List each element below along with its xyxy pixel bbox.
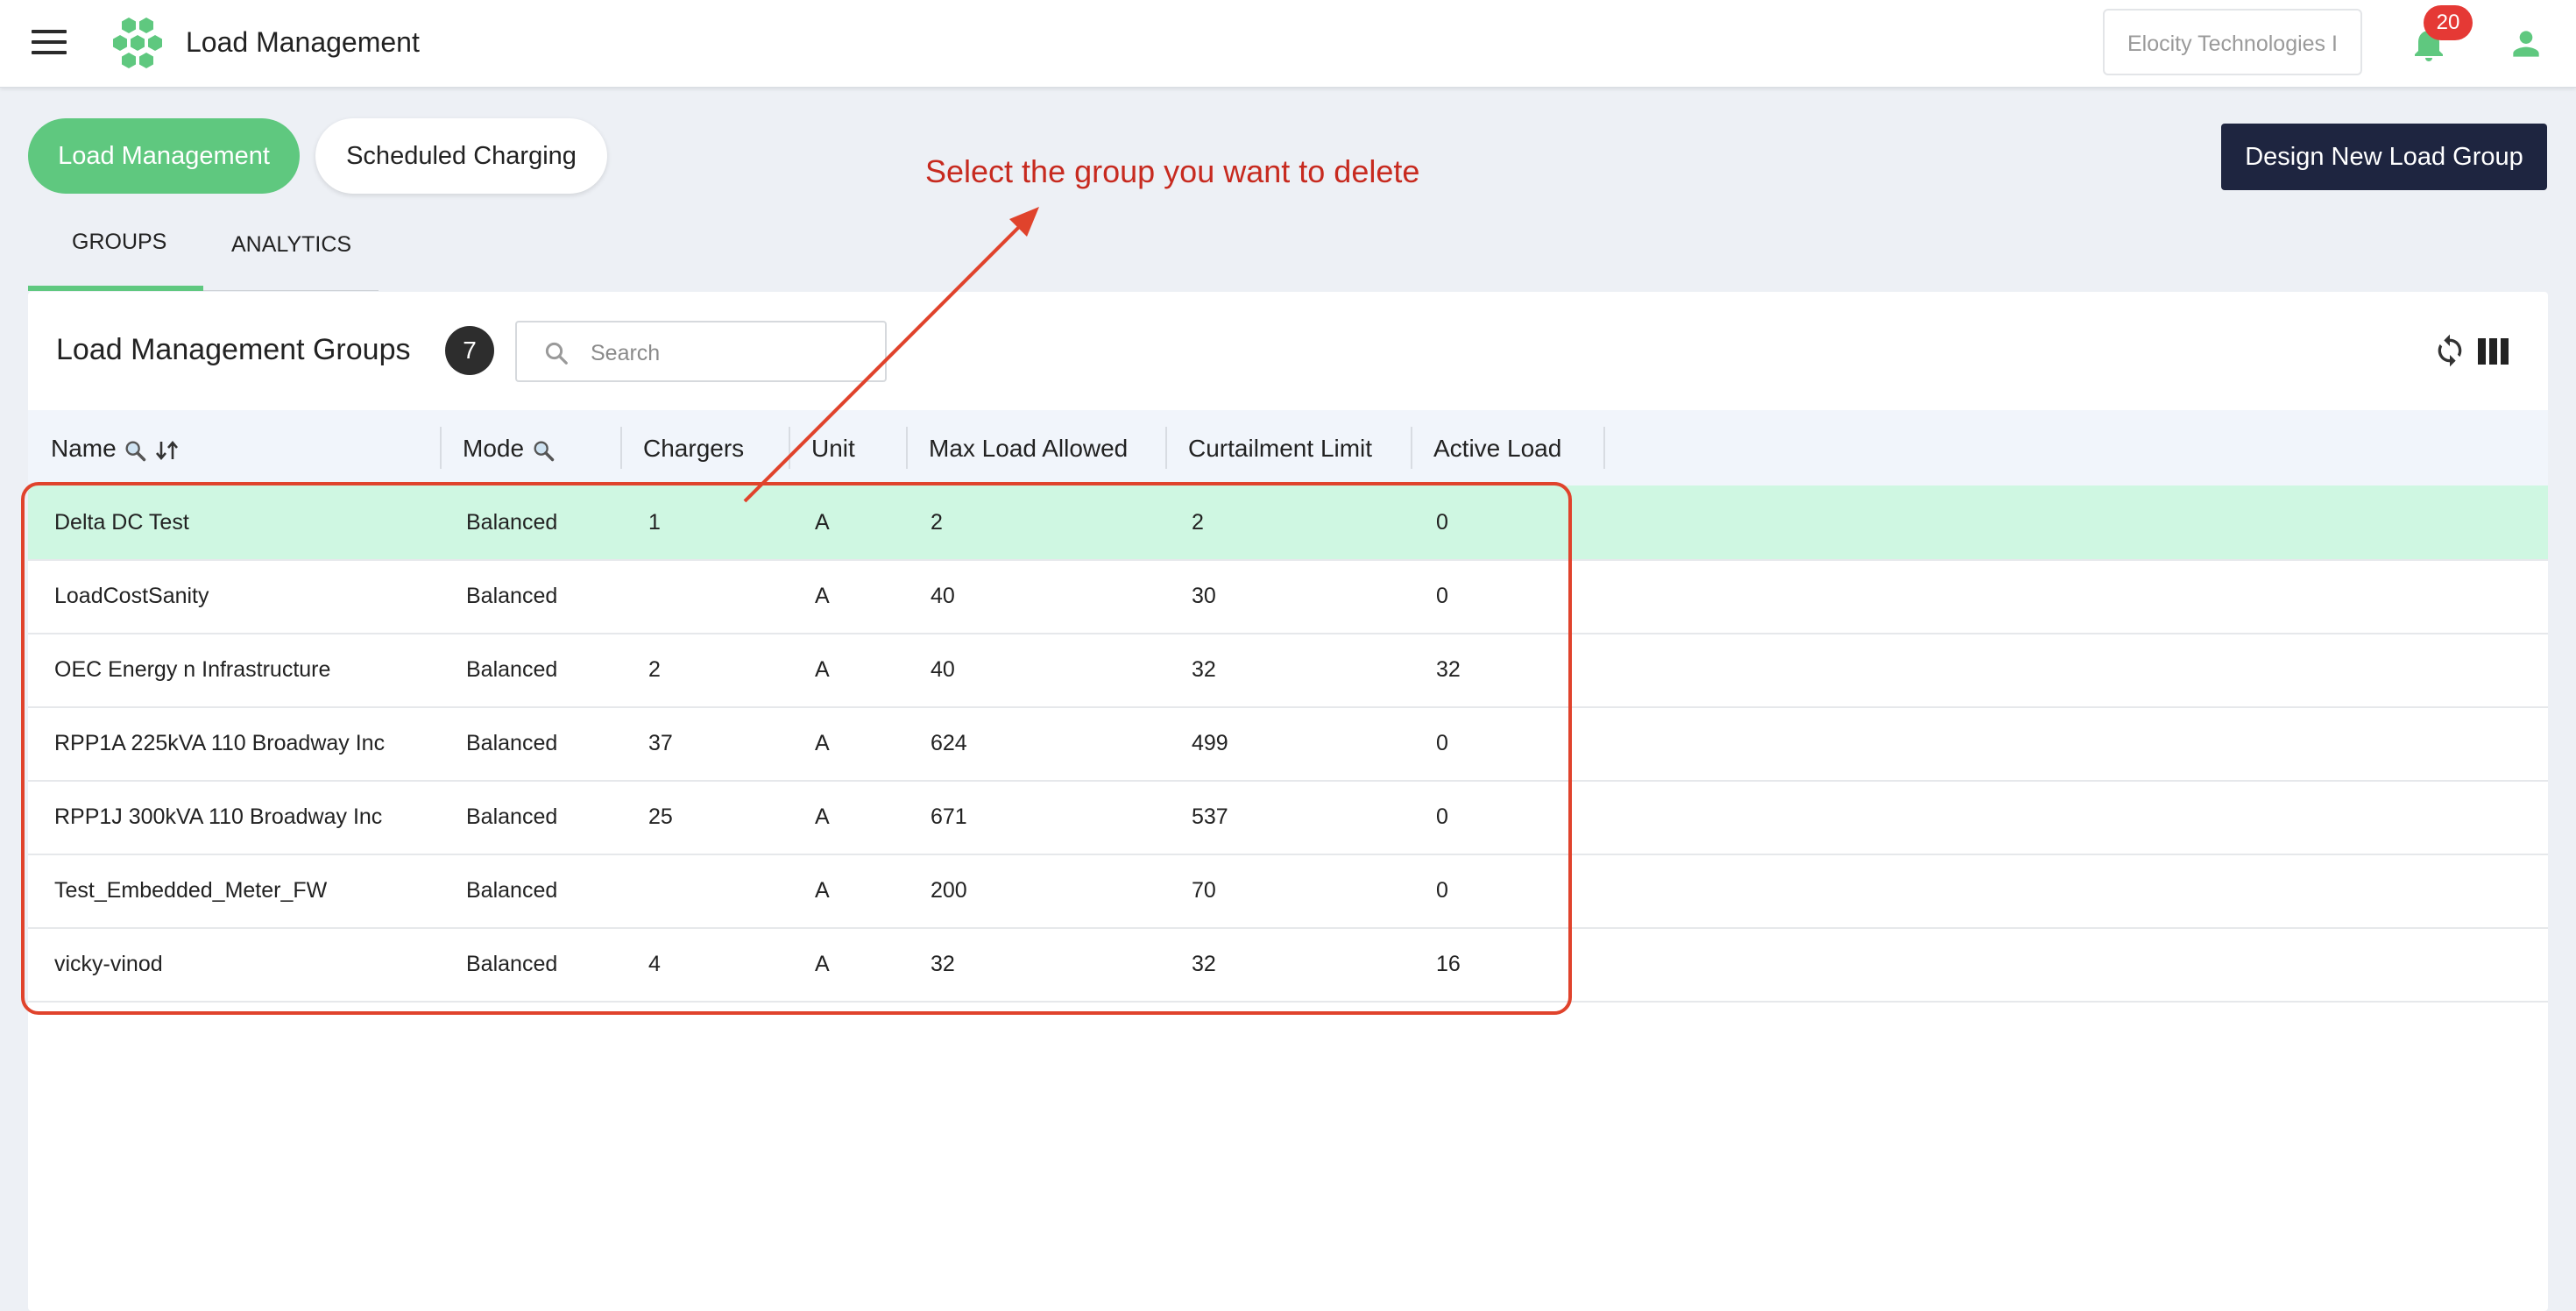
cell-mode: Balanced [466, 731, 558, 755]
cell-name: RPP1A 225kVA 110 Broadway Inc [54, 731, 386, 755]
cell-curtailment: 30 [1192, 584, 1216, 608]
column-header-chargers[interactable]: Chargers [643, 435, 744, 463]
cell-curtailment: 70 [1192, 878, 1216, 903]
cell-unit: A [815, 878, 830, 903]
table-row[interactable]: OEC Energy n Infrastructure Balanced 2 A… [28, 633, 2548, 708]
cell-active-load: 0 [1436, 878, 1448, 903]
design-new-load-group-button[interactable]: Design New Load Group [2221, 124, 2547, 190]
column-header-name[interactable]: Name [51, 435, 180, 463]
tab-analytics[interactable]: ANALYTICS [231, 232, 351, 258]
cell-unit: A [815, 952, 830, 976]
column-separator[interactable] [1603, 427, 1605, 469]
cell-unit: A [815, 657, 830, 682]
active-tab-indicator [28, 286, 203, 291]
column-separator[interactable] [440, 427, 442, 469]
panel-title: Load Management Groups [56, 333, 411, 366]
search-input[interactable] [589, 335, 873, 372]
cell-unit: A [815, 584, 830, 608]
cell-max-load: 2 [931, 510, 943, 535]
cell-unit: A [815, 804, 830, 829]
hexagon-logo-icon [113, 18, 162, 68]
column-header-label: Mode [463, 435, 525, 462]
cell-max-load: 200 [931, 878, 967, 903]
cell-mode: Balanced [466, 510, 558, 535]
cell-chargers: 2 [648, 657, 661, 682]
cell-mode: Balanced [466, 804, 558, 829]
cell-name: vicky-vinod [54, 952, 163, 976]
annotation-text: Select the group you want to delete [925, 153, 1420, 189]
cell-chargers: 1 [648, 510, 661, 535]
column-header-curtailment-limit[interactable]: Curtailment Limit [1188, 435, 1372, 463]
organization-selector[interactable]: Elocity Technologies I [2103, 9, 2362, 75]
cell-mode: Balanced [466, 584, 558, 608]
cell-active-load: 0 [1436, 804, 1448, 829]
cell-active-load: 32 [1436, 657, 1461, 682]
column-header-max-load[interactable]: Max Load Allowed [929, 435, 1128, 463]
cell-mode: Balanced [466, 657, 558, 682]
magnifier-icon[interactable] [123, 438, 147, 463]
cell-name: RPP1J 300kVA 110 Broadway Inc [54, 804, 383, 829]
cell-name: Delta DC Test [54, 510, 189, 535]
cell-name: Test_Embedded_Meter_FW [54, 878, 328, 903]
cell-max-load: 32 [931, 952, 955, 976]
app-title: Load Management [186, 26, 420, 58]
column-header-active-load[interactable]: Active Load [1433, 435, 1561, 463]
hamburger-menu-icon[interactable] [32, 30, 67, 56]
magnifier-icon[interactable] [531, 438, 556, 463]
cell-curtailment: 499 [1192, 731, 1228, 755]
cell-curtailment: 2 [1192, 510, 1204, 535]
column-separator[interactable] [1411, 427, 1412, 469]
search-icon [545, 342, 568, 365]
tab-load-management[interactable]: Load Management [28, 118, 300, 194]
cell-max-load: 40 [931, 657, 955, 682]
user-icon[interactable] [2506, 25, 2546, 63]
table-row[interactable]: RPP1A 225kVA 110 Broadway Inc Balanced 3… [28, 706, 2548, 782]
tab-divider [203, 290, 379, 291]
cell-name: OEC Energy n Infrastructure [54, 657, 331, 682]
sort-icon[interactable] [154, 438, 180, 463]
cell-curtailment: 537 [1192, 804, 1228, 829]
cell-max-load: 624 [931, 731, 967, 755]
cell-curtailment: 32 [1192, 657, 1216, 682]
column-separator[interactable] [620, 427, 622, 469]
columns-icon[interactable] [2478, 337, 2509, 366]
cell-active-load: 0 [1436, 584, 1448, 608]
cell-chargers: 25 [648, 804, 673, 829]
column-header-label: Name [51, 435, 117, 462]
tab-scheduled-charging[interactable]: Scheduled Charging [315, 118, 607, 194]
column-separator[interactable] [906, 427, 908, 469]
cell-curtailment: 32 [1192, 952, 1216, 976]
notification-count-badge: 20 [2424, 5, 2473, 40]
column-separator[interactable] [1165, 427, 1167, 469]
column-header-unit[interactable]: Unit [811, 435, 855, 463]
table-row[interactable]: RPP1J 300kVA 110 Broadway Inc Balanced 2… [28, 780, 2548, 855]
cell-mode: Balanced [466, 952, 558, 976]
cell-chargers: 4 [648, 952, 661, 976]
cell-active-load: 16 [1436, 952, 1461, 976]
cell-active-load: 0 [1436, 510, 1448, 535]
column-header-mode[interactable]: Mode [463, 435, 556, 463]
tab-groups[interactable]: GROUPS [72, 230, 166, 255]
cell-chargers: 37 [648, 731, 673, 755]
table-row[interactable]: Test_Embedded_Meter_FW Balanced A 200 70… [28, 854, 2548, 929]
search-field[interactable] [515, 321, 887, 382]
top-app-bar: Load Management Elocity Technologies I 2… [0, 0, 2576, 88]
cell-unit: A [815, 731, 830, 755]
column-separator[interactable] [789, 427, 790, 469]
group-count-badge: 7 [445, 326, 494, 375]
cell-active-load: 0 [1436, 731, 1448, 755]
cell-unit: A [815, 510, 830, 535]
table-row[interactable]: Delta DC Test Balanced 1 A 2 2 0 [28, 485, 2548, 561]
cell-max-load: 671 [931, 804, 967, 829]
cell-mode: Balanced [466, 878, 558, 903]
table-row[interactable]: vicky-vinod Balanced 4 A 32 32 16 [28, 927, 2548, 1003]
table-row[interactable]: LoadCostSanity Balanced A 40 30 0 [28, 559, 2548, 634]
cell-max-load: 40 [931, 584, 955, 608]
cell-name: LoadCostSanity [54, 584, 209, 608]
refresh-icon[interactable] [2432, 333, 2467, 368]
